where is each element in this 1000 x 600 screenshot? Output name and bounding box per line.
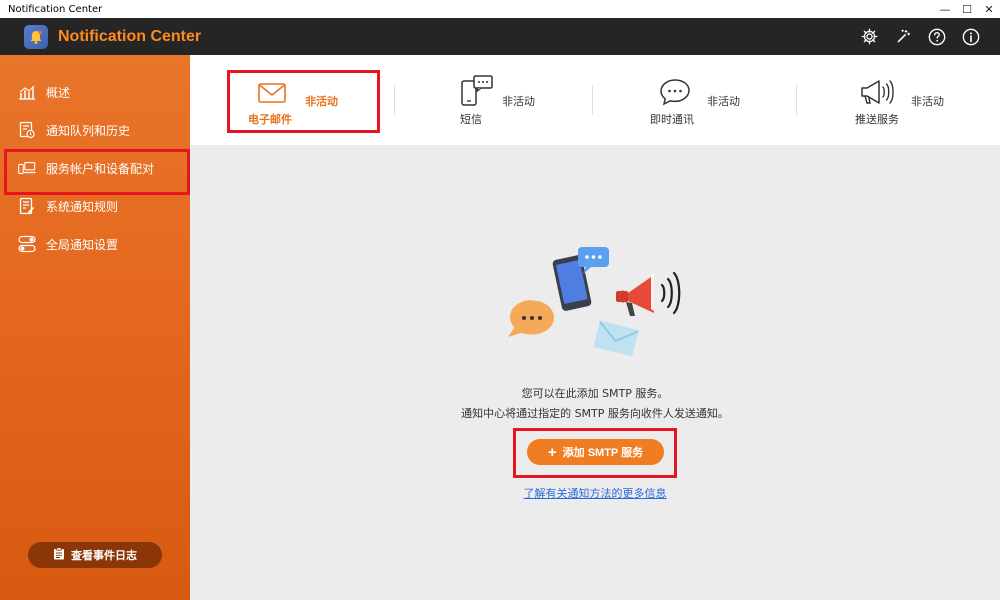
chat-bubble-icon — [659, 78, 691, 109]
sidebar-item-label: 服务帐户和设备配对 — [46, 161, 155, 176]
toggle-settings-icon — [18, 235, 36, 253]
chart-icon — [18, 83, 36, 101]
plus-icon: + — [547, 443, 557, 461]
sidebar-item-overview[interactable]: 概述 — [0, 73, 190, 111]
sidebar-item-global-settings[interactable]: 全局通知设置 — [0, 225, 190, 263]
window-controls: — ☐ ✕ — [934, 0, 1000, 18]
app-title: Notification Center — [58, 27, 202, 45]
main-content: 您可以在此添加 SMTP 服务。 通知中心将通过指定的 SMTP 服务向收件人发… — [190, 145, 1000, 600]
add-smtp-service-label: 添加 SMTP 服务 — [562, 447, 644, 459]
app-brand: Notification Center — [0, 24, 202, 49]
smtp-intro-message: 您可以在此添加 SMTP 服务。 — [521, 387, 669, 400]
smtp-description-message: 通知中心将通过指定的 SMTP 服务向收件人发送通知。 — [461, 407, 729, 420]
tab-sms[interactable]: 非活动 短信 — [440, 55, 590, 145]
help-icon[interactable] — [926, 26, 948, 48]
tab-divider — [796, 85, 797, 115]
tab-push-service[interactable]: 非活动 推送服务 — [845, 55, 995, 145]
tab-sms-label: 短信 — [460, 113, 482, 126]
close-button[interactable]: ✕ — [978, 0, 1000, 18]
rules-icon — [18, 197, 36, 215]
sidebar-item-label: 通知队列和历史 — [46, 123, 131, 138]
sidebar-item-system-rules[interactable]: 系统通知规则 — [0, 187, 190, 225]
maximize-button[interactable]: ☐ — [956, 0, 978, 18]
sidebar-item-label: 全局通知设置 — [46, 237, 119, 252]
learn-more-link[interactable]: 了解有关通知方法的更多信息 — [190, 485, 1000, 501]
sidebar: 概述 通知队列和历史 服务帐户和设备配对 系统通知规则 全局通知设置 查看事件日… — [0, 55, 190, 600]
info-icon[interactable] — [960, 26, 982, 48]
clipboard-icon — [53, 547, 65, 563]
minimize-button[interactable]: — — [934, 0, 956, 18]
tab-sms-status: 非活动 — [502, 95, 535, 108]
tab-instant-messaging-label: 即时通讯 — [650, 113, 694, 126]
view-event-log-button[interactable]: 查看事件日志 — [28, 542, 162, 568]
gear-icon[interactable] — [858, 26, 880, 48]
tab-push-service-status: 非活动 — [911, 95, 944, 108]
app-header: Notification Center — [0, 18, 1000, 55]
magic-wand-icon[interactable] — [892, 26, 914, 48]
tab-instant-messaging-status: 非活动 — [707, 95, 740, 108]
window-titlebar: Notification Center — ☐ ✕ — [0, 0, 1000, 18]
sidebar-item-queue-history[interactable]: 通知队列和历史 — [0, 111, 190, 149]
phone-message-icon — [460, 75, 494, 110]
window-title: Notification Center — [8, 3, 103, 15]
notification-bell-logo-icon — [24, 24, 48, 49]
tab-push-service-label: 推送服务 — [855, 113, 899, 126]
header-actions — [858, 26, 1000, 48]
sidebar-nav: 概述 通知队列和历史 服务帐户和设备配对 系统通知规则 全局通知设置 — [0, 55, 190, 263]
tab-divider — [394, 85, 395, 115]
tab-instant-messaging[interactable]: 非活动 即时通讯 — [645, 55, 795, 145]
notification-methods-illustration — [508, 247, 681, 357]
email-tab-highlight-frame — [227, 70, 380, 133]
notification-method-tabs: 非活动 电子邮件 非活动 短信 非活动 即时通讯 非活动 推送服务 — [190, 55, 1000, 151]
sidebar-item-service-accounts[interactable]: 服务帐户和设备配对 — [0, 149, 190, 195]
sidebar-item-label: 系统通知规则 — [46, 199, 119, 214]
add-smtp-service-button[interactable]: + 添加 SMTP 服务 — [527, 439, 664, 465]
tab-divider — [592, 85, 593, 115]
view-event-log-label: 查看事件日志 — [71, 550, 137, 562]
device-pairing-icon — [18, 159, 36, 177]
history-icon — [18, 121, 36, 139]
sidebar-item-label: 概述 — [46, 85, 71, 100]
megaphone-icon — [859, 78, 895, 109]
